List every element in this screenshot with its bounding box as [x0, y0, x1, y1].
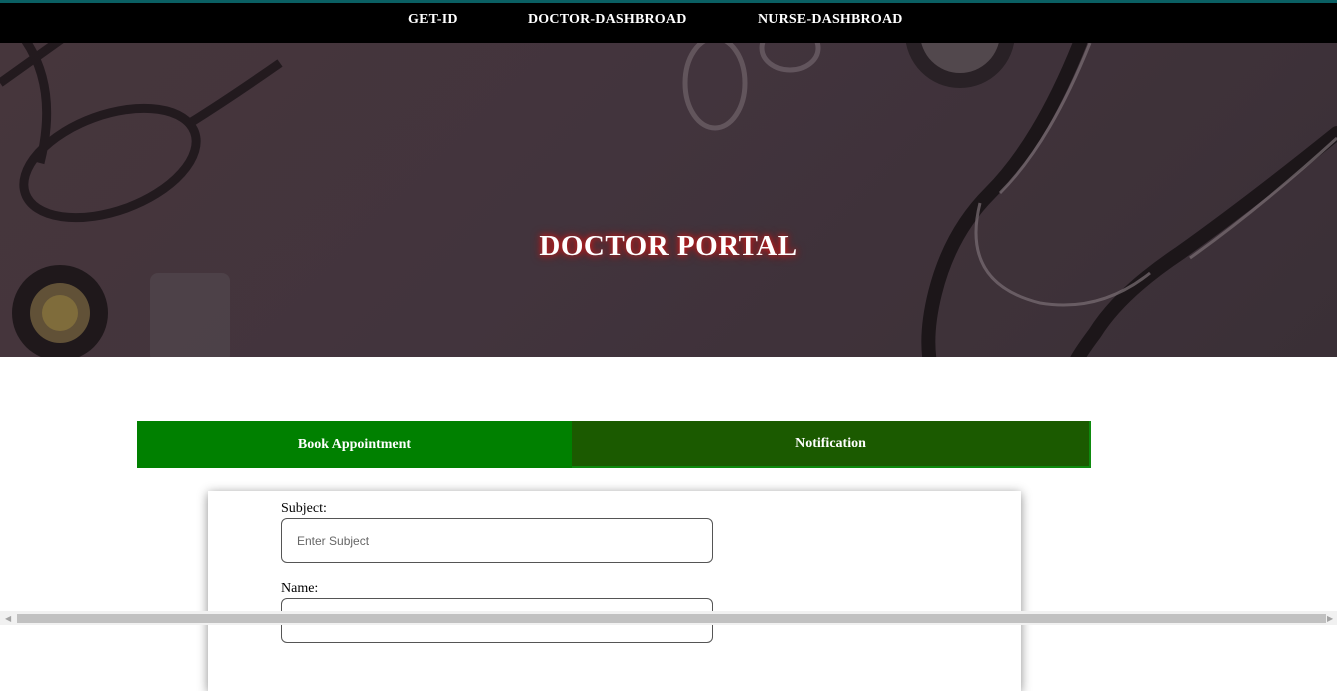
tab-notification[interactable]: Notification	[572, 421, 1091, 468]
hero-background-image	[0, 43, 1337, 357]
page-title: DOCTOR PORTAL	[539, 230, 798, 262]
nav-link-doctor-dashboard[interactable]: DOCTOR-DASHBROAD	[528, 12, 687, 28]
subject-input[interactable]	[281, 518, 713, 563]
top-nav-bar: GET-ID DOCTOR-DASHBROAD NURSE-DASHBROAD	[0, 0, 1337, 43]
nav-link-get-id[interactable]: GET-ID	[408, 12, 458, 28]
name-label: Name:	[281, 581, 319, 596]
nav-link-nurse-dashboard[interactable]: NURSE-DASHBROAD	[758, 12, 903, 28]
portal-tabs: Book Appointment Notification	[137, 421, 1091, 468]
appointment-form-card: Subject: Name:	[208, 491, 1021, 691]
horizontal-scrollbar[interactable]: ◀ ▶	[0, 611, 1337, 625]
hero-banner: DOCTOR PORTAL	[0, 43, 1337, 357]
scrollbar-thumb[interactable]	[17, 614, 1326, 623]
subject-label: Subject:	[281, 501, 327, 516]
tab-book-appointment[interactable]: Book Appointment	[137, 421, 572, 468]
scroll-left-arrow-icon[interactable]: ◀	[5, 614, 11, 623]
scroll-right-arrow-icon[interactable]: ▶	[1327, 614, 1333, 623]
